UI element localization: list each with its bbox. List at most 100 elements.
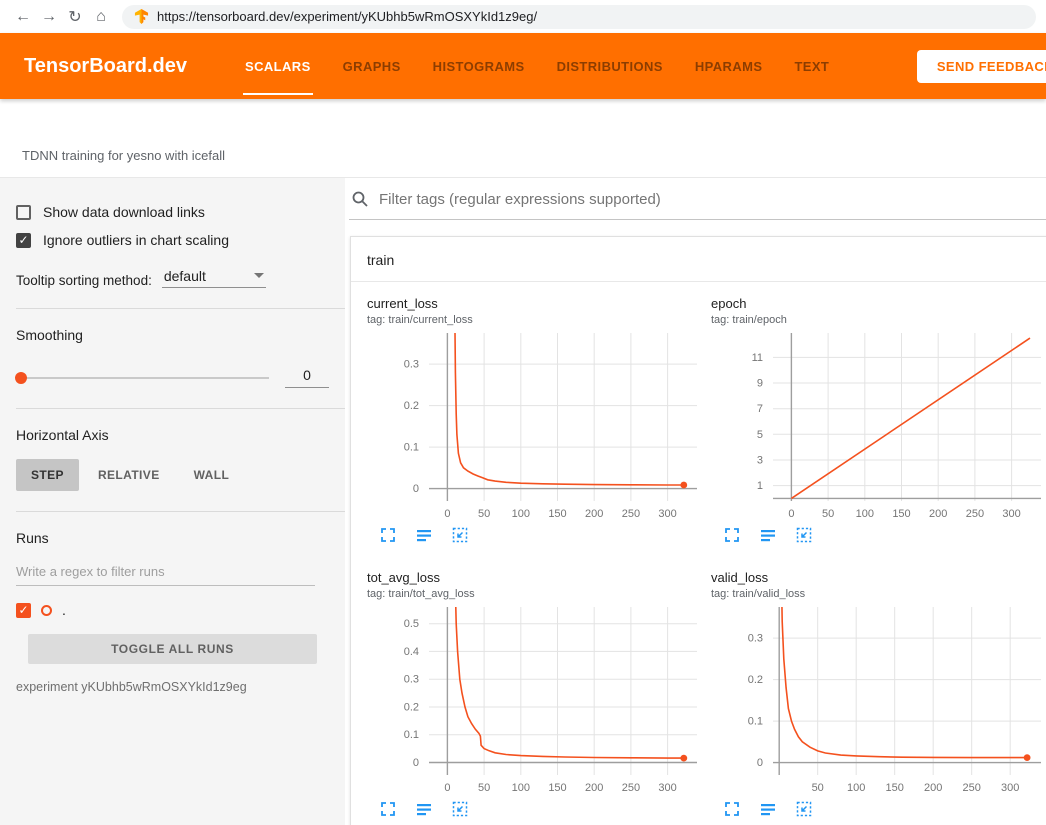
svg-text:5: 5	[757, 429, 763, 441]
svg-text:100: 100	[512, 782, 530, 794]
smoothing-value-field[interactable]: 0	[285, 367, 329, 388]
toggle-all-runs-button[interactable]: TOGGLE ALL RUNS	[28, 634, 317, 664]
chart-plot[interactable]: 00.10.20.3050100150200250300	[367, 328, 701, 524]
tag-group-title[interactable]: train	[351, 237, 1046, 282]
svg-text:100: 100	[512, 508, 530, 520]
checkbox-unchecked-icon[interactable]	[16, 205, 31, 220]
svg-text:200: 200	[585, 782, 603, 794]
expand-chart-icon[interactable]	[379, 526, 397, 544]
svg-text:0.3: 0.3	[748, 633, 763, 645]
forward-icon[interactable]: →	[36, 4, 62, 30]
runs-label: Runs	[16, 530, 329, 546]
svg-text:50: 50	[812, 782, 824, 794]
svg-text:250: 250	[622, 782, 640, 794]
chart-title: tot_avg_loss	[367, 570, 707, 585]
svg-text:0: 0	[788, 508, 794, 520]
chart-tag: tag: train/current_loss	[367, 314, 707, 326]
svg-text:0.3: 0.3	[404, 674, 419, 686]
svg-text:200: 200	[585, 508, 603, 520]
svg-text:150: 150	[886, 782, 904, 794]
checkbox-checked-icon[interactable]	[16, 233, 31, 248]
axis-relative-button[interactable]: RELATIVE	[83, 459, 175, 491]
svg-text:150: 150	[548, 782, 566, 794]
view-data-icon[interactable]	[415, 800, 433, 818]
ignore-outliers-row[interactable]: Ignore outliers in chart scaling	[16, 232, 329, 248]
back-icon[interactable]: ←	[10, 4, 36, 30]
chart-plot[interactable]: 00.10.20.30.40.5050100150200250300	[367, 602, 701, 798]
site-favicon	[134, 9, 149, 24]
show-download-links-row[interactable]: Show data download links	[16, 204, 329, 220]
home-icon[interactable]: ⌂	[88, 4, 114, 30]
fit-domain-icon[interactable]	[795, 526, 813, 544]
fit-domain-icon[interactable]	[451, 800, 469, 818]
tab-text[interactable]: TEXT	[778, 33, 845, 99]
tooltip-sorting-row: Tooltip sorting method: default	[16, 268, 329, 288]
svg-text:300: 300	[658, 508, 676, 520]
tab-histograms[interactable]: HISTOGRAMS	[417, 33, 541, 99]
tab-hparams[interactable]: HPARAMS	[679, 33, 779, 99]
svg-text:0.5: 0.5	[404, 618, 419, 630]
show-download-links-label: Show data download links	[43, 204, 205, 220]
search-icon	[351, 190, 369, 208]
expand-chart-icon[interactable]	[723, 800, 741, 818]
chart-plot[interactable]: 1357911050100150200250300	[711, 328, 1045, 524]
fit-domain-icon[interactable]	[451, 526, 469, 544]
svg-text:300: 300	[658, 782, 676, 794]
svg-text:150: 150	[548, 508, 566, 520]
chart-actions	[367, 800, 707, 818]
run-list-item[interactable]: .	[16, 602, 329, 618]
svg-text:0: 0	[413, 483, 419, 495]
view-data-icon[interactable]	[759, 526, 777, 544]
reload-icon[interactable]: ↻	[62, 4, 88, 30]
svg-text:100: 100	[847, 782, 865, 794]
tab-distributions[interactable]: DISTRIBUTIONS	[541, 33, 679, 99]
slider-thumb[interactable]	[15, 372, 27, 384]
tag-group-card: train current_losstag: train/current_los…	[350, 236, 1046, 825]
expand-chart-icon[interactable]	[723, 526, 741, 544]
address-bar[interactable]: https://tensorboard.dev/experiment/yKUbh…	[122, 5, 1036, 29]
svg-text:200: 200	[924, 782, 942, 794]
svg-text:3: 3	[757, 455, 763, 467]
expand-chart-icon[interactable]	[379, 800, 397, 818]
svg-text:0.4: 0.4	[404, 646, 419, 658]
tab-scalars[interactable]: SCALARS	[229, 33, 327, 99]
axis-step-button[interactable]: STEP	[16, 459, 79, 491]
send-feedback-button[interactable]: SEND FEEDBACK	[917, 50, 1046, 83]
view-data-icon[interactable]	[415, 526, 433, 544]
charts-grid: current_losstag: train/current_loss00.10…	[351, 282, 1046, 825]
brand-title[interactable]: TensorBoard.dev	[24, 55, 187, 78]
tooltip-sorting-label: Tooltip sorting method:	[16, 273, 152, 288]
chart-tag: tag: train/epoch	[711, 314, 1046, 326]
chart-plot[interactable]: 00.10.20.350100150200250300	[711, 602, 1045, 798]
tab-graphs[interactable]: GRAPHS	[327, 33, 417, 99]
chart-tag: tag: train/valid_loss	[711, 588, 1046, 600]
chart-actions	[367, 526, 707, 544]
run-checkbox-checked-icon[interactable]	[16, 603, 31, 618]
svg-text:0: 0	[444, 508, 450, 520]
runs-filter-input[interactable]	[16, 556, 315, 586]
svg-text:250: 250	[622, 508, 640, 520]
run-name: .	[62, 602, 66, 618]
svg-text:0.1: 0.1	[748, 716, 763, 728]
tag-filter-input[interactable]	[379, 191, 1046, 208]
svg-text:0.3: 0.3	[404, 359, 419, 371]
svg-text:0.2: 0.2	[404, 702, 419, 714]
view-data-icon[interactable]	[759, 800, 777, 818]
smoothing-slider[interactable]	[16, 377, 269, 379]
fit-domain-icon[interactable]	[795, 800, 813, 818]
svg-text:200: 200	[929, 508, 947, 520]
settings-sidebar: Show data download links Ignore outliers…	[0, 178, 345, 825]
svg-text:300: 300	[1002, 508, 1020, 520]
chevron-down-icon	[254, 273, 264, 278]
horizontal-axis-label: Horizontal Axis	[16, 427, 329, 443]
axis-wall-button[interactable]: WALL	[179, 459, 245, 491]
svg-text:250: 250	[966, 508, 984, 520]
browser-toolbar: ← → ↻ ⌂ https://tensorboard.dev/experime…	[0, 0, 1046, 33]
run-color-ring-icon	[41, 605, 52, 616]
chart-card: valid_losstag: train/valid_loss00.10.20.…	[711, 570, 1046, 818]
svg-text:50: 50	[478, 508, 490, 520]
chart-card: epochtag: train/epoch1357911050100150200…	[711, 296, 1046, 544]
svg-text:0.2: 0.2	[404, 400, 419, 412]
svg-text:50: 50	[822, 508, 834, 520]
tooltip-sorting-select[interactable]: default	[162, 268, 266, 288]
